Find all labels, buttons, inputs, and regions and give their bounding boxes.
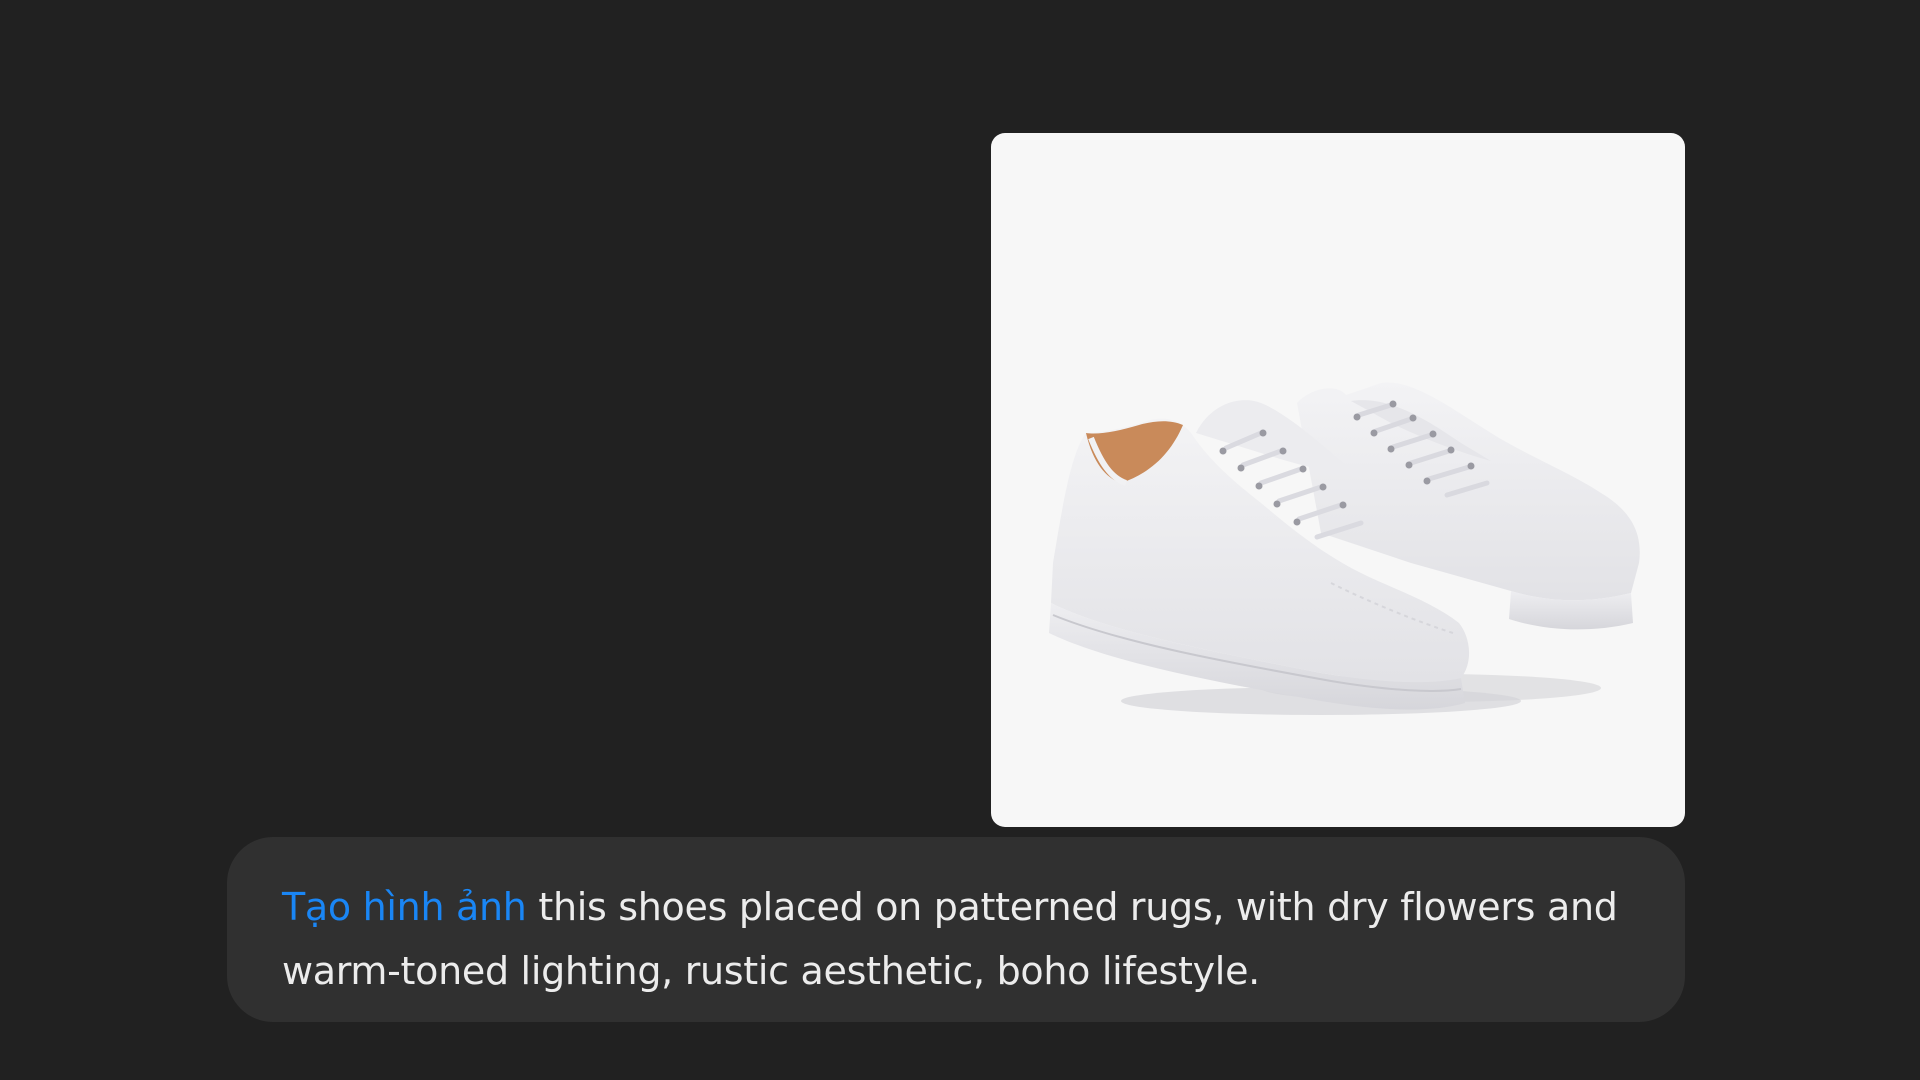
user-message-bubble: Tạo hình ảnh this shoes placed on patter… [227, 837, 1685, 1022]
create-image-tag[interactable]: Tạo hình ảnh [282, 885, 527, 929]
chat-view: Tạo hình ảnh this shoes placed on patter… [0, 0, 1920, 1080]
attached-image[interactable] [991, 133, 1685, 827]
white-sneakers-image [1049, 382, 1640, 715]
